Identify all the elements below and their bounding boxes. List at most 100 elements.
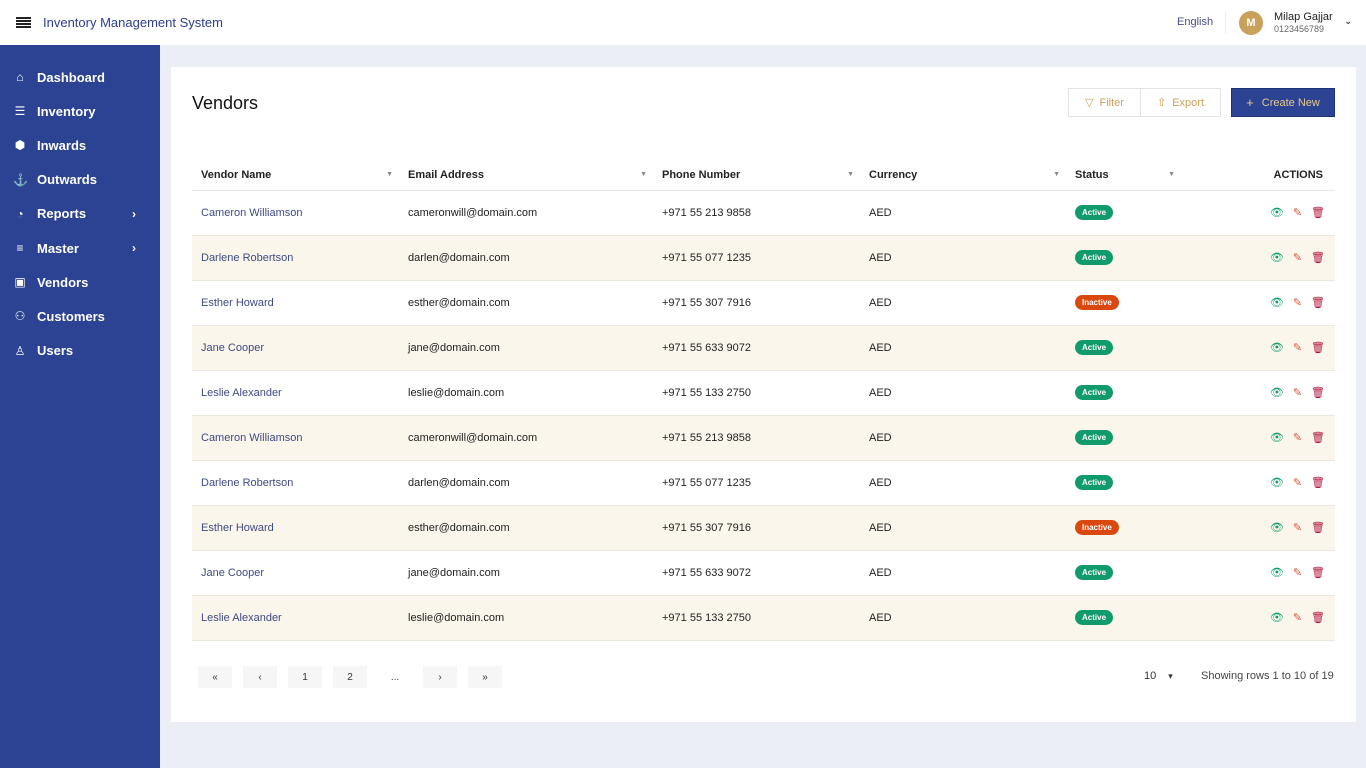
sidebar-item-label: Reports — [37, 206, 87, 222]
delete-icon[interactable]: 🗑 — [1311, 476, 1325, 489]
view-icon[interactable]: 👁 — [1270, 296, 1284, 309]
delete-icon[interactable]: 🗑 — [1311, 611, 1325, 624]
column-vendor-name[interactable]: Vendor Name ▼ — [192, 160, 399, 191]
edit-icon[interactable]: ✎ — [1293, 476, 1302, 489]
column-email[interactable]: Email Address ▼ — [399, 160, 653, 191]
view-icon[interactable]: 👁 — [1270, 251, 1284, 264]
create-new-button[interactable]: + Create New — [1231, 88, 1335, 117]
sort-caret-icon[interactable]: ▼ — [640, 171, 647, 178]
vendor-name[interactable]: Darlene Robertson — [192, 460, 399, 506]
vendor-name[interactable]: Darlene Robertson — [192, 235, 399, 281]
edit-icon[interactable]: ✎ — [1293, 566, 1302, 579]
chevron-down-icon: ▾ — [1168, 671, 1173, 681]
delete-icon[interactable]: 🗑 — [1311, 386, 1325, 399]
delete-icon[interactable]: 🗑 — [1311, 206, 1325, 219]
edit-icon[interactable]: ✎ — [1293, 521, 1302, 534]
view-icon[interactable]: 👁 — [1270, 431, 1284, 444]
vendor-name[interactable]: Cameron Williamson — [192, 415, 399, 461]
edit-icon[interactable]: ✎ — [1293, 206, 1302, 219]
sidebar-item-outwards[interactable]: ⚓ Outwards — [0, 165, 160, 195]
page-button[interactable]: › — [423, 666, 457, 688]
language-selector[interactable]: English — [1177, 16, 1213, 28]
sidebar-item-vendors[interactable]: ▣ Vendors — [0, 267, 160, 297]
vendor-name[interactable]: Leslie Alexander — [192, 595, 399, 641]
filter-button[interactable]: ▽ Filter — [1069, 89, 1141, 116]
sort-caret-icon[interactable]: ▼ — [847, 171, 854, 178]
vendor-name[interactable]: Jane Cooper — [192, 325, 399, 371]
divider — [1225, 12, 1226, 34]
vendors-table: Vendor Name ▼ Email Address ▼ Phone Number… — [192, 160, 1335, 641]
currency: AED — [860, 235, 1066, 281]
page-button[interactable]: 1 — [288, 666, 322, 688]
column-phone[interactable]: Phone Number ▼ — [653, 160, 860, 191]
avatar[interactable]: M — [1239, 11, 1263, 35]
sort-caret-icon[interactable]: ▼ — [1053, 171, 1060, 178]
edit-icon[interactable]: ✎ — [1293, 296, 1302, 309]
sidebar-item-label: Vendors — [37, 274, 89, 290]
user-name: Milap Gajjar — [1274, 11, 1333, 23]
delete-icon[interactable]: 🗑 — [1311, 341, 1325, 354]
sidebar-item-dashboard[interactable]: ⌂ Dashboard — [0, 62, 160, 92]
edit-icon[interactable]: ✎ — [1293, 341, 1302, 354]
table-row: Jane Cooper jane@domain.com +971 55 633 … — [192, 325, 1335, 371]
status-badge: Active — [1075, 565, 1114, 580]
edit-icon[interactable]: ✎ — [1293, 386, 1302, 399]
users-icon: ⚇ — [14, 309, 26, 324]
email: jane@domain.com — [399, 325, 653, 371]
delete-icon[interactable]: 🗑 — [1311, 296, 1325, 309]
edit-icon[interactable]: ✎ — [1293, 431, 1302, 444]
page-button[interactable]: « — [198, 666, 232, 688]
table-row: Esther Howard esther@domain.com +971 55 … — [192, 280, 1335, 326]
currency: AED — [860, 190, 1066, 236]
sort-caret-icon[interactable]: ▼ — [1168, 171, 1175, 178]
rows-per-page-select[interactable]: 10 ▾ — [1144, 670, 1173, 682]
sidebar-item-label: Inwards — [37, 137, 87, 153]
vendor-name[interactable]: Leslie Alexander — [192, 370, 399, 416]
sidebar-item-master[interactable]: ≡ Master › — [0, 233, 160, 263]
filter-icon: ▽ — [1085, 97, 1094, 109]
chevron-down-icon[interactable]: ⌄ — [1344, 16, 1352, 27]
view-icon[interactable]: 👁 — [1270, 521, 1284, 534]
sidebar-item-users[interactable]: ♙ Users — [0, 336, 160, 366]
view-icon[interactable]: 👁 — [1270, 611, 1284, 624]
sidebar: ⌂ Dashboard ☰ Inventory ⬢ Inwards ⚓ Outwards ◔ Re… — [0, 45, 160, 768]
sidebar-item-inwards[interactable]: ⬢ Inwards — [0, 130, 160, 160]
table-row: Leslie Alexander leslie@domain.com +971 … — [192, 595, 1335, 641]
column-status[interactable]: Status ▼ — [1066, 160, 1181, 191]
view-icon[interactable]: 👁 — [1270, 386, 1284, 399]
view-icon[interactable]: 👁 — [1270, 341, 1284, 354]
chevron-right-icon: › — [132, 241, 136, 255]
status-badge: Active — [1075, 430, 1114, 445]
view-icon[interactable]: 👁 — [1270, 476, 1284, 489]
edit-icon[interactable]: ✎ — [1293, 251, 1302, 264]
delete-icon[interactable]: 🗑 — [1311, 251, 1325, 264]
page-button[interactable]: » — [468, 666, 502, 688]
column-currency[interactable]: Currency ▼ — [860, 160, 1066, 191]
delete-icon[interactable]: 🗑 — [1311, 431, 1325, 444]
view-icon[interactable]: 👁 — [1270, 206, 1284, 219]
view-icon[interactable]: 👁 — [1270, 566, 1284, 579]
sidebar-item-customers[interactable]: ⚇ Customers — [0, 301, 160, 331]
phone: +971 55 307 7916 — [653, 505, 860, 551]
upload-icon: ⇧ — [1156, 97, 1167, 109]
export-button[interactable]: ⇧ Export — [1141, 89, 1220, 116]
sort-caret-icon[interactable]: ▼ — [386, 171, 393, 178]
page-button[interactable]: 2 — [333, 666, 367, 688]
delete-icon[interactable]: 🗑 — [1311, 521, 1325, 534]
vendor-name[interactable]: Jane Cooper — [192, 550, 399, 596]
email: darlen@domain.com — [399, 460, 653, 506]
status-badge: Active — [1075, 205, 1114, 220]
vendor-name[interactable]: Esther Howard — [192, 505, 399, 551]
currency: AED — [860, 415, 1066, 461]
currency: AED — [860, 550, 1066, 596]
edit-icon[interactable]: ✎ — [1293, 611, 1302, 624]
sidebar-item-reports[interactable]: ◔ Reports › — [0, 199, 160, 229]
toolbar: ▽ Filter ⇧ Export — [1068, 88, 1221, 117]
hamburger-menu-icon[interactable] — [16, 17, 31, 28]
delete-icon[interactable]: 🗑 — [1311, 566, 1325, 579]
vendor-name[interactable]: Esther Howard — [192, 280, 399, 326]
page-button[interactable]: ‹ — [243, 666, 277, 688]
vendor-name[interactable]: Cameron Williamson — [192, 190, 399, 236]
currency: AED — [860, 460, 1066, 506]
sidebar-item-inventory[interactable]: ☰ Inventory — [0, 96, 160, 126]
